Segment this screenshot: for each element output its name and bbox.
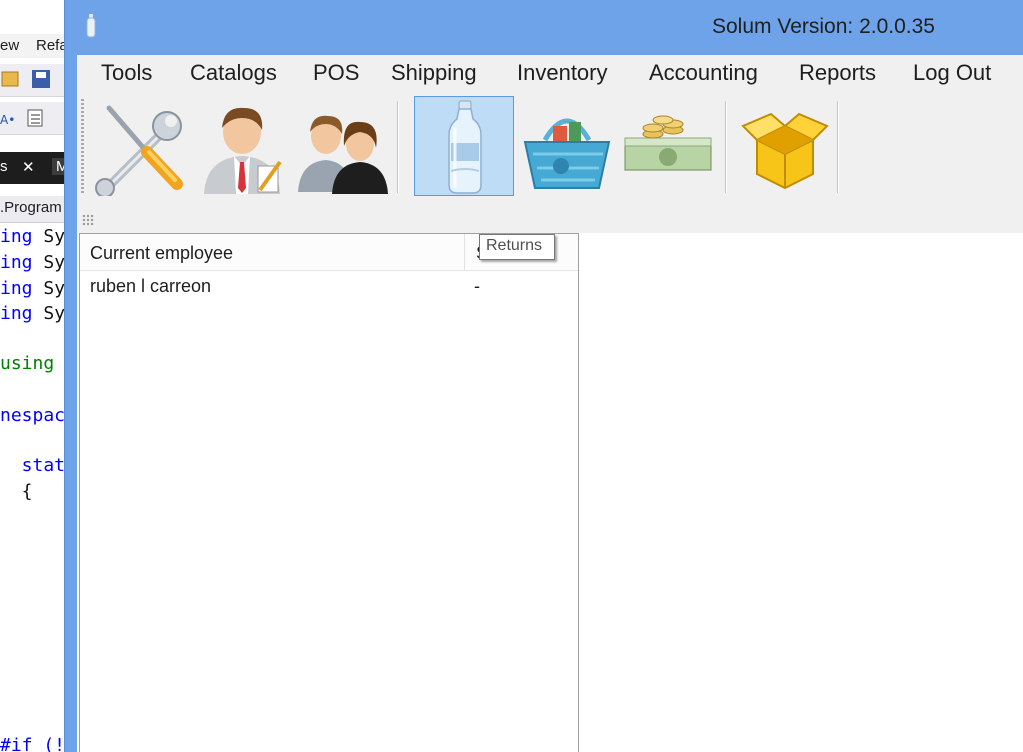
status-cell: -: [474, 276, 480, 296]
ide-menu-refactor[interactable]: Refa: [36, 37, 66, 54]
ide-editor-tab[interactable]: s ✕ M: [0, 152, 66, 184]
ide-toolbar-1: [0, 64, 66, 97]
ide-menubar: ew Refa: [0, 34, 66, 58]
code-line: {: [0, 481, 33, 502]
ide-menu-view[interactable]: ew: [0, 37, 19, 54]
toolbar-grip[interactable]: [81, 99, 84, 195]
code-line: ing Sys: [0, 303, 66, 324]
toolbar-separator: [397, 101, 399, 193]
code-line: /: [0, 534, 66, 555]
employee-edit-icon: [204, 107, 282, 194]
menubar: Tools Catalogs POS Shipping Inventory Ac…: [77, 55, 1023, 93]
menu-shipping[interactable]: Shipping: [391, 60, 477, 86]
code-line: stati: [21, 455, 66, 476]
column-divider[interactable]: [464, 234, 465, 270]
menu-catalogs[interactable]: Catalogs: [190, 60, 277, 86]
title-bar[interactable]: Solum Version: 2.0.0.35: [65, 0, 1023, 55]
code-text: Sys: [43, 226, 66, 247]
toolbar-separator: [837, 101, 839, 193]
returns-button[interactable]: [414, 96, 514, 196]
code-line: using S: [0, 353, 66, 374]
toolbar-strip: [77, 200, 1023, 233]
code-keyword: ing: [0, 226, 33, 247]
ide-breadcrumb-label: .Program: [0, 199, 62, 216]
code-line: nespace: [0, 405, 66, 426]
returns-tooltip: Returns: [479, 234, 555, 260]
menu-accounting[interactable]: Accounting: [649, 60, 758, 86]
shopping-button[interactable]: [517, 96, 617, 196]
main-toolbar: [77, 93, 1023, 200]
code-keyword: ing: [0, 278, 33, 299]
svg-text:A•: A•: [0, 113, 15, 127]
code-text: Sys: [43, 252, 66, 273]
wrench-screwdriver-icon: [95, 105, 183, 196]
menu-pos[interactable]: POS: [313, 60, 359, 86]
code-line: #if (!D: [0, 735, 66, 752]
money-icon: [624, 115, 712, 171]
code-line: ing Sys: [0, 278, 66, 299]
menu-tools[interactable]: Tools: [101, 60, 152, 86]
code-line: s: [0, 610, 66, 631]
water-bottle-icon: [448, 100, 482, 194]
code-keyword: ing: [0, 303, 33, 324]
menu-reports[interactable]: Reports: [799, 60, 876, 86]
code-text: Sys: [43, 278, 66, 299]
code-line: /: [0, 560, 66, 581]
code-text: Sys: [43, 303, 66, 324]
people-icon: [298, 115, 388, 194]
employee-grid[interactable]: Current employee Status ruben l carreon …: [79, 233, 579, 752]
customers-button[interactable]: [292, 96, 392, 196]
code-line: {: [0, 635, 66, 656]
close-icon[interactable]: ✕: [22, 158, 35, 176]
employee-name-cell: ruben l carreon: [90, 276, 212, 296]
employee-button[interactable]: [192, 96, 292, 196]
ide-breadcrumb[interactable]: .Program: [0, 196, 66, 223]
menu-inventory[interactable]: Inventory: [517, 60, 608, 86]
column-header-current-employee[interactable]: Current employee: [90, 243, 233, 264]
code-line: [: [0, 585, 66, 606]
table-row[interactable]: ruben l carreon -: [80, 271, 578, 303]
menu-log-out[interactable]: Log Out: [913, 60, 991, 86]
code-keyword: ing: [0, 252, 33, 273]
ide-toolbar-icons: [1, 70, 50, 88]
code-line: /: [0, 509, 66, 530]
window-title: Solum Version: 2.0.0.35: [712, 15, 935, 38]
background-ide-window: ew Refa A• s ✕ M .Program ing Sys ing Sy…: [0, 0, 66, 752]
code-line: ing Sys: [0, 252, 66, 273]
window-frame-left: [65, 55, 77, 752]
toolbar-separator: [725, 101, 727, 193]
tools-button[interactable]: [89, 96, 189, 196]
cash-button[interactable]: [617, 96, 717, 196]
shopping-basket-icon: [523, 118, 611, 189]
solum-window: Solum Version: 2.0.0.35 Tools Catalogs P…: [64, 0, 1023, 752]
code-line: ing Sys: [0, 226, 66, 247]
ide-tab-label: s: [0, 158, 8, 175]
ide-toolbar-2: A•: [0, 102, 66, 135]
ide-toolbar-icons-2: A•: [0, 109, 43, 127]
open-box-icon: [741, 112, 829, 190]
package-button[interactable]: [735, 96, 835, 196]
bottle-app-icon[interactable]: [86, 14, 96, 38]
strip-grip[interactable]: [82, 214, 94, 226]
